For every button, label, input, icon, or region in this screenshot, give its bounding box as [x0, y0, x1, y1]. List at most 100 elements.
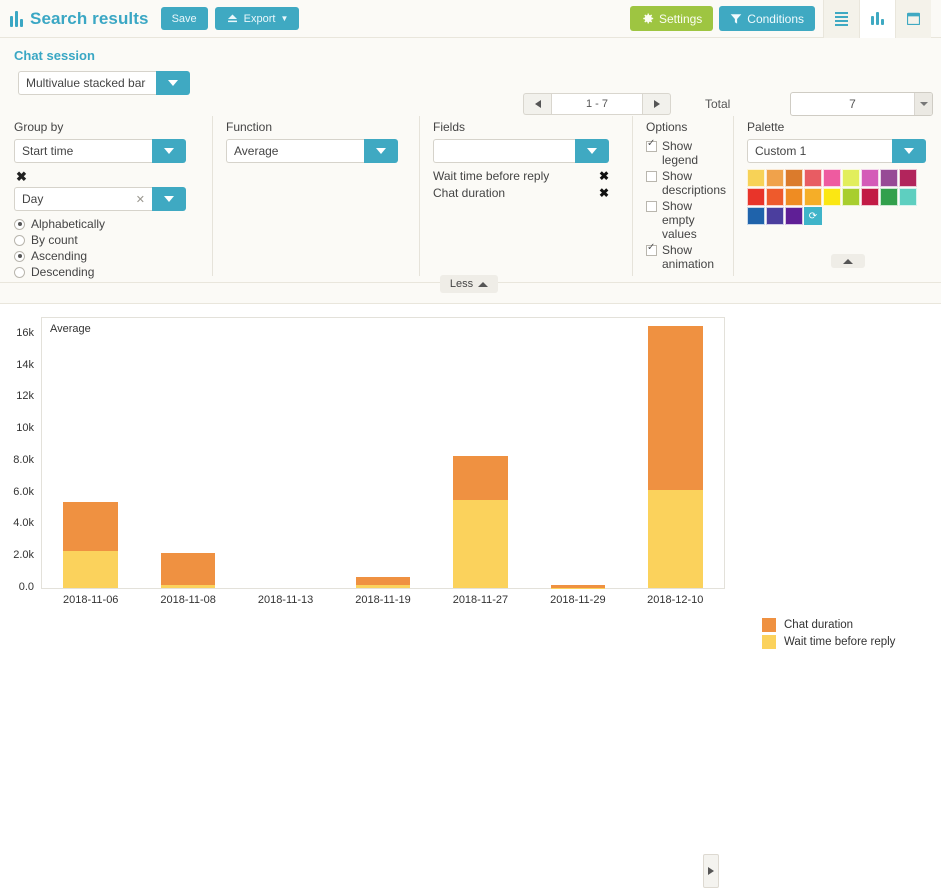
palette-swatch[interactable]	[785, 188, 803, 206]
palette-swatch[interactable]	[766, 169, 784, 187]
y-axis-tick-label: 12k	[16, 390, 34, 402]
brand: Search results	[10, 9, 149, 29]
view-list-tab[interactable]	[823, 0, 859, 38]
bar-segment[interactable]	[161, 585, 216, 588]
bar-group[interactable]	[648, 326, 703, 588]
sort-option-alphabetically[interactable]: Alphabetically	[14, 217, 202, 231]
y-axis-tick-label: 0.0	[19, 581, 34, 593]
checkbox-icon[interactable]	[646, 201, 657, 212]
fields-select[interactable]	[433, 139, 609, 163]
palette-swatch[interactable]	[842, 169, 860, 187]
chart-scroll-right-button[interactable]	[703, 854, 719, 888]
palette-swatch[interactable]	[804, 169, 822, 187]
y-axis-tick-label: 4.0k	[13, 517, 34, 529]
less-button[interactable]: Less	[440, 275, 498, 293]
filter-icon	[730, 13, 742, 25]
group-by-interval-select[interactable]: Day ✕	[14, 187, 186, 211]
palette-swatch[interactable]	[747, 188, 765, 206]
field-item-remove-button[interactable]: ✖	[589, 169, 609, 183]
radio-icon[interactable]	[14, 235, 25, 246]
palette-swatch[interactable]	[785, 207, 803, 225]
palette-swatch[interactable]	[766, 188, 784, 206]
radio-icon[interactable]	[14, 251, 25, 262]
option-show-animation[interactable]: Show animation	[646, 243, 723, 271]
palette-swatch[interactable]	[899, 169, 917, 187]
palette-swatch[interactable]	[861, 169, 879, 187]
palette-swatch[interactable]	[785, 169, 803, 187]
bar-group[interactable]	[161, 553, 216, 588]
palette-swatch[interactable]	[880, 169, 898, 187]
palette-swatch[interactable]	[823, 188, 841, 206]
palette-value: Custom 1	[747, 139, 892, 163]
sort-option-ascending[interactable]: Ascending	[14, 249, 202, 263]
group-by-remove-button[interactable]: ✖	[16, 170, 27, 183]
sort-option-descending[interactable]: Descending	[14, 265, 202, 279]
radio-icon[interactable]	[14, 219, 25, 230]
legend-item[interactable]: Chat duration	[762, 618, 895, 632]
options-label: Options	[646, 120, 723, 134]
palette-swatch[interactable]	[880, 188, 898, 206]
option-label: Show empty values	[662, 199, 723, 241]
chevron-down-icon	[904, 148, 914, 154]
bar-segment[interactable]	[63, 502, 118, 551]
palette-select[interactable]: Custom 1	[747, 139, 926, 163]
group-by-panel: Group by Start time ✖ Day ✕ Alphabetic	[0, 112, 212, 282]
bar-segment[interactable]	[648, 490, 703, 588]
option-show-legend[interactable]: Show legend	[646, 139, 723, 167]
bar-group[interactable]	[356, 577, 411, 588]
fields-dropdown-button[interactable]	[575, 139, 609, 163]
palette-swatch[interactable]	[747, 169, 765, 187]
group-by-field-dropdown-button[interactable]	[152, 139, 186, 163]
settings-label: Settings	[659, 12, 702, 26]
palette-swatch[interactable]	[842, 188, 860, 206]
bar-segment[interactable]	[453, 456, 508, 500]
radio-icon[interactable]	[14, 267, 25, 278]
conditions-button[interactable]: Conditions	[719, 6, 815, 31]
function-dropdown-button[interactable]	[364, 139, 398, 163]
palette-dropdown-button[interactable]	[892, 139, 926, 163]
save-button[interactable]: Save	[161, 7, 208, 30]
x-axis-tick-label: 2018-11-08	[160, 594, 215, 606]
palette-swatch[interactable]	[861, 188, 879, 206]
checkbox-icon[interactable]	[646, 245, 657, 256]
bar-segment[interactable]	[161, 553, 216, 585]
chart-type-select[interactable]: Multivalue stacked bar	[18, 71, 190, 95]
palette-swatch[interactable]	[766, 207, 784, 225]
settings-button[interactable]: Settings	[630, 6, 713, 31]
export-button[interactable]: Export ▼	[215, 7, 300, 30]
session-title: Chat session	[14, 48, 95, 63]
export-label: Export	[244, 13, 276, 25]
option-show-descriptions[interactable]: Show descriptions	[646, 169, 723, 197]
bar-segment[interactable]	[356, 577, 411, 584]
group-by-interval-dropdown-button[interactable]	[152, 187, 186, 211]
option-show-empty-values[interactable]: Show empty values	[646, 199, 723, 241]
bar-segment[interactable]	[356, 585, 411, 588]
bar-group[interactable]	[551, 585, 606, 588]
view-calendar-tab[interactable]	[895, 0, 931, 38]
legend-item[interactable]: Wait time before reply	[762, 635, 895, 649]
checkbox-icon[interactable]	[646, 141, 657, 152]
bar-segment[interactable]	[453, 500, 508, 588]
field-item-remove-button[interactable]: ✖	[589, 186, 609, 200]
view-chart-tab[interactable]	[859, 0, 895, 38]
palette-swatch[interactable]	[823, 169, 841, 187]
function-select[interactable]: Average	[226, 139, 398, 163]
checkbox-icon[interactable]	[646, 171, 657, 182]
bar-segment[interactable]	[63, 551, 118, 588]
fields-value	[433, 139, 575, 163]
calendar-view-icon	[907, 12, 920, 25]
palette-swatch[interactable]	[804, 188, 822, 206]
chart-type-dropdown-button[interactable]	[156, 71, 190, 95]
sort-option-by-count[interactable]: By count	[14, 233, 202, 247]
bar-segment[interactable]	[648, 326, 703, 490]
palette-swatch[interactable]	[747, 207, 765, 225]
group-by-field-value: Start time	[14, 139, 152, 163]
bar-group[interactable]	[453, 456, 508, 588]
palette-swatch[interactable]	[899, 188, 917, 206]
bar-group[interactable]	[63, 502, 118, 588]
y-axis-tick-label: 10k	[16, 422, 34, 434]
refresh-icon[interactable]: ⟳	[804, 207, 822, 225]
palette-collapse-button[interactable]	[831, 254, 865, 268]
clear-x-icon[interactable]: ✕	[136, 193, 145, 206]
group-by-field-select[interactable]: Start time	[14, 139, 186, 163]
